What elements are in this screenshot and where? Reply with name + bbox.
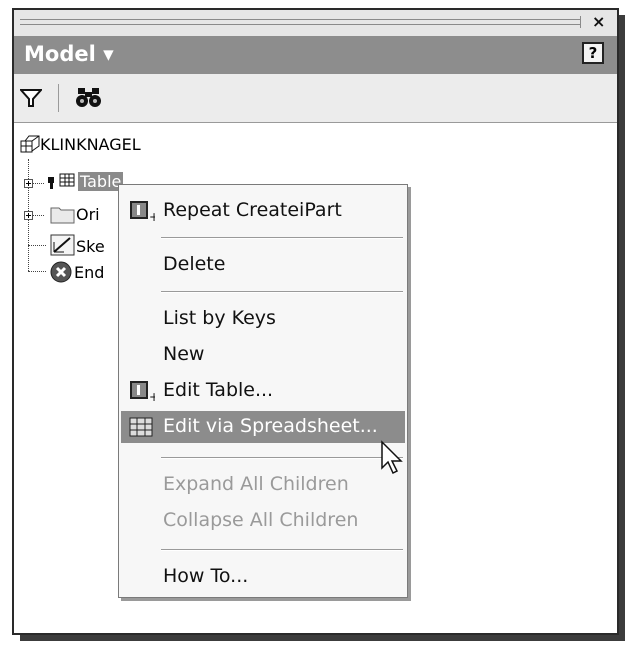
folder-icon (50, 207, 75, 224)
close-icon[interactable]: × (592, 12, 605, 31)
menu-item-label: Edit via Spreadsheet... (163, 415, 378, 437)
tree-line (28, 245, 46, 246)
browser-toolbar (14, 74, 617, 123)
tree-item-label: Table (78, 172, 124, 191)
end-of-part-icon (50, 261, 72, 283)
mouse-pointer-icon (380, 440, 406, 480)
menu-item-repeat-createipart[interactable]: + Repeat CreateiPart (121, 195, 405, 227)
filter-icon[interactable] (18, 88, 44, 112)
menu-separator (161, 457, 403, 459)
menu-item-new[interactable]: New (121, 339, 405, 371)
spreadsheet-icon (129, 416, 155, 443)
tree-item-label: Ori (76, 205, 100, 224)
menu-item-collapse-all-children: Collapse All Children (121, 505, 405, 537)
ipart-icon: + (129, 380, 159, 407)
menu-item-edit-via-spreadsheet[interactable]: Edit via Spreadsheet... (121, 411, 405, 443)
menu-item-label: Delete (163, 253, 226, 275)
context-menu: + Repeat CreateiPart Delete List by Keys… (118, 184, 408, 598)
menu-item-label: New (163, 343, 205, 365)
menu-item-list-by-keys[interactable]: List by Keys (121, 303, 405, 335)
menu-item-label: Expand All Children (163, 473, 349, 495)
tree-item-end-of-part[interactable]: End (50, 261, 104, 283)
tree-expander[interactable] (24, 211, 33, 220)
tree-item-label: End (74, 263, 105, 282)
tree-root-label: KLINKNAGEL (40, 135, 141, 154)
toolbar-separator (58, 84, 59, 112)
help-button[interactable]: ? (582, 42, 604, 64)
menu-item-delete[interactable]: Delete (121, 249, 405, 281)
ipart-icon: + (129, 200, 159, 227)
binoculars-icon[interactable] (74, 86, 104, 114)
menu-item-label: Edit Table... (163, 379, 274, 401)
menu-item-label: How To... (163, 565, 249, 587)
panel-grip-bar[interactable]: × (14, 10, 617, 36)
tree-line (28, 271, 46, 272)
svg-text:+: + (149, 390, 155, 402)
panel-title-bar: Model ▾ ? (14, 36, 617, 74)
menu-item-label: List by Keys (163, 307, 276, 329)
menu-item-edit-table[interactable]: + Edit Table... (121, 375, 405, 407)
sketch-icon (50, 234, 75, 256)
menu-separator (161, 549, 403, 551)
grip-lines (20, 19, 580, 25)
grip-end (580, 16, 583, 28)
table-icon (48, 173, 75, 189)
tree-item-table[interactable]: Table (46, 172, 124, 191)
svg-text:+: + (149, 210, 155, 222)
tree-item-label: Ske (76, 237, 105, 256)
menu-item-label: Repeat CreateiPart (163, 199, 342, 221)
menu-separator (161, 291, 403, 293)
menu-item-how-to[interactable]: How To... (121, 561, 405, 593)
menu-item-label: Collapse All Children (163, 509, 359, 531)
panel-title-dropdown[interactable]: Model ▾ (24, 42, 114, 66)
tree-root[interactable]: KLINKNAGEL (20, 135, 141, 154)
menu-separator (161, 237, 403, 239)
assembly-icon (20, 135, 40, 153)
tree-item-origin[interactable]: Ori (50, 204, 100, 224)
tree-item-sketch[interactable]: Ske (50, 234, 105, 256)
tree-expander[interactable] (24, 179, 33, 188)
menu-item-expand-all-children: Expand All Children (121, 469, 405, 501)
